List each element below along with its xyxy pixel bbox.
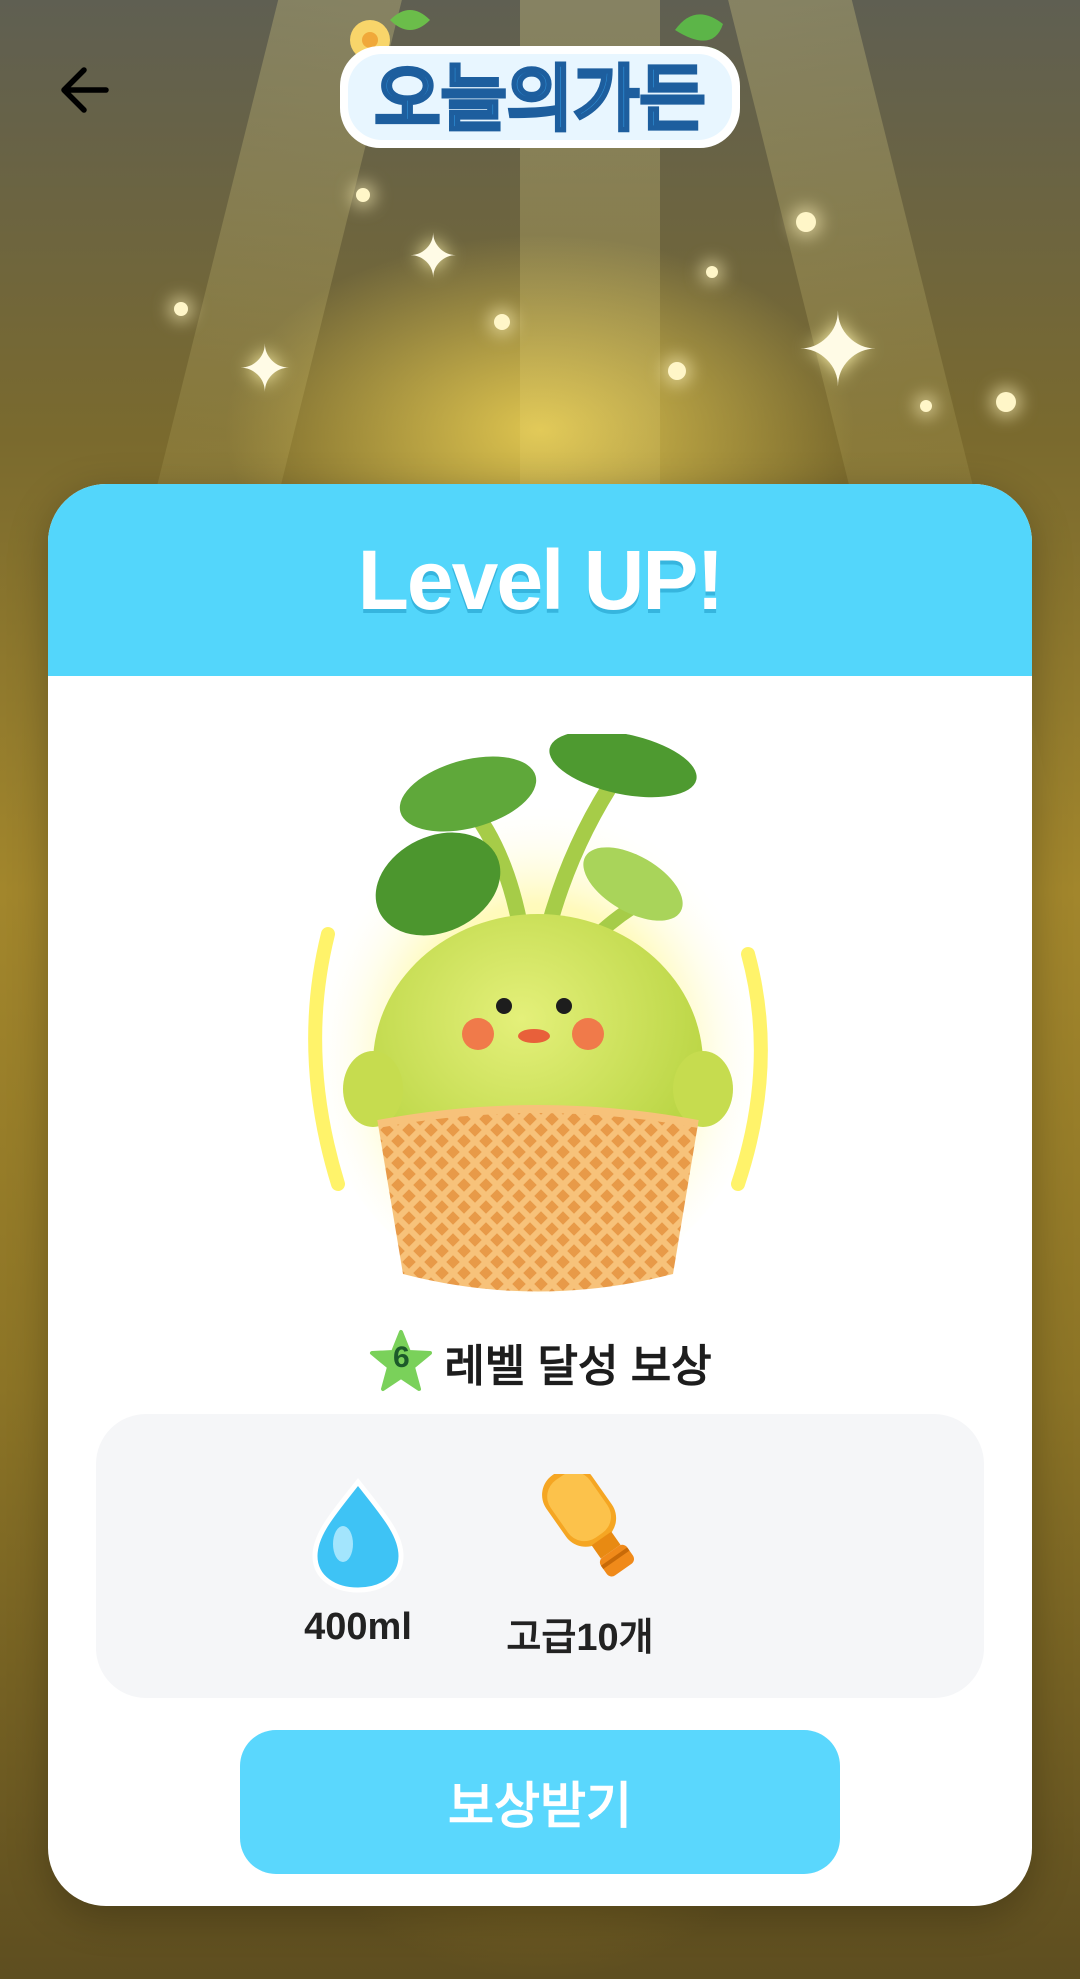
reward-label: 고급10개 — [506, 1617, 654, 1659]
glow-dot — [668, 362, 686, 380]
glow-dot — [356, 188, 370, 202]
glow-dot — [920, 400, 932, 412]
card-title: Level UP! — [357, 532, 725, 627]
glow-dot — [996, 392, 1016, 412]
glow-dot — [796, 212, 816, 232]
glow-dot — [174, 302, 188, 316]
reward-heading-text: 레벨 달성 보상 — [444, 1342, 712, 1391]
glow-dot — [706, 266, 718, 278]
level-number: 6 — [392, 1341, 410, 1374]
claim-reward-button[interactable]: 보상받기 — [240, 1730, 840, 1874]
reward-label: 400ml — [304, 1606, 412, 1648]
reward-list: 400ml 고급10개 — [96, 1414, 984, 1698]
plant-character-image — [288, 730, 788, 1304]
sparkle-icon: ✦ — [796, 295, 880, 407]
reward-heading: 6 레벨 달성 보상 — [48, 1329, 1032, 1395]
svg-text:오늘의가든: 오늘의가든 — [374, 60, 705, 140]
arrow-left-icon — [61, 67, 109, 113]
sparkle-icon: ✦ — [238, 333, 292, 405]
level-star-badge: 6 — [368, 1329, 434, 1395]
water-drop-icon — [312, 1477, 404, 1593]
sparkle-icon: ✦ — [408, 223, 459, 290]
glow-dot — [494, 314, 510, 330]
reward-item-water: 400ml — [248, 1474, 468, 1649]
level-up-card: Level UP! 6 레벨 달성 보상 400ml 고급10개 보상받기 — [48, 484, 1032, 1906]
reward-item-fertilizer: 고급10개 — [470, 1474, 690, 1661]
fertilizer-bottle-icon — [542, 1474, 635, 1577]
card-header: Level UP! — [48, 484, 1032, 676]
back-button[interactable] — [54, 58, 118, 122]
app-logo: 오늘의가든 — [330, 0, 750, 160]
